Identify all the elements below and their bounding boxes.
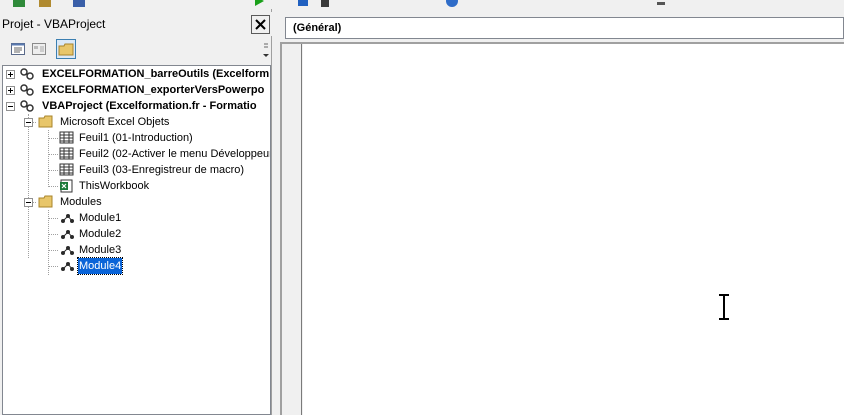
tree-sheet-item[interactable]: Feuil3 (03-Enregistreur de macro)	[3, 162, 270, 178]
tree-project-label: VBAProject (Excelformation.fr - Formatio	[42, 100, 257, 112]
view-code-button[interactable]	[8, 39, 28, 59]
code-editor[interactable]	[303, 44, 844, 415]
reset-icon[interactable]	[296, 0, 310, 8]
sheet-label: Feuil3 (03-Enregistreur de macro)	[79, 164, 245, 176]
tree-module-item-selected[interactable]: Module4	[3, 257, 270, 275]
toggle-folders-button[interactable]	[56, 39, 76, 59]
object-dropdown[interactable]: (Général)	[285, 17, 844, 39]
tree-sheet-item[interactable]: Feuil1 (01-Introduction)	[3, 130, 270, 146]
folder-label: Microsoft Excel Objets	[60, 116, 170, 128]
main-toolbar	[0, 0, 844, 9]
design-mode-icon[interactable]	[318, 0, 332, 8]
tree-workbook-item[interactable]: ThisWorkbook	[3, 178, 270, 194]
toolbar-grip[interactable]	[262, 40, 270, 60]
collapse-icon[interactable]	[24, 198, 33, 207]
workbook-label: ThisWorkbook	[79, 180, 150, 192]
module-icon	[61, 230, 74, 239]
workbook-icon	[60, 179, 73, 193]
tree-folder-modules[interactable]: Modules	[3, 194, 270, 210]
view-excel-icon[interactable]	[12, 0, 26, 8]
vba-project-icon	[20, 84, 34, 96]
tree-sheet-item[interactable]: Feuil2 (02-Activer le menu Développeur)	[3, 146, 271, 162]
worksheet-icon	[59, 131, 74, 144]
tree-project-label: EXCELFORMATION_exporterVersPowerpo	[42, 84, 265, 96]
help-icon[interactable]	[445, 0, 459, 8]
folder-label: Modules	[60, 196, 102, 208]
module-icon	[61, 246, 74, 255]
project-tree: EXCELFORMATION_barreOutils (Excelform EX…	[2, 65, 271, 415]
project-explorer-titlebar: Projet - VBAProject	[0, 12, 272, 36]
vba-project-icon	[20, 68, 34, 80]
sheet-label: Feuil1 (01-Introduction)	[79, 132, 193, 144]
sheet-label: Feuil2 (02-Activer le menu Développeur)	[79, 148, 271, 160]
expand-icon[interactable]	[6, 86, 15, 95]
expand-icon[interactable]	[6, 70, 15, 79]
tree-module-item[interactable]: Module3	[3, 242, 270, 258]
project-explorer: Projet - VBAProject EXCELFORMATION_barre…	[0, 9, 272, 415]
module-label-selected: Module4	[76, 257, 124, 275]
module-icon	[61, 262, 74, 271]
project-explorer-title: Projet - VBAProject	[2, 17, 106, 31]
tree-module-item[interactable]: Module1	[3, 210, 270, 226]
text-cursor-icon	[719, 294, 729, 320]
code-window: (Général)	[273, 9, 844, 415]
worksheet-icon	[59, 163, 74, 176]
object-dropdown-value: (Général)	[293, 22, 342, 34]
close-icon	[255, 19, 266, 30]
project-explorer-toolbar	[0, 36, 272, 62]
vba-project-icon	[20, 100, 34, 112]
save-icon[interactable]	[72, 0, 86, 8]
view-code-icon	[11, 43, 25, 55]
tree-folder-excel-objects[interactable]: Microsoft Excel Objets	[3, 114, 270, 130]
tree-project-item[interactable]: VBAProject (Excelformation.fr - Formatio	[3, 98, 270, 114]
collapse-icon[interactable]	[24, 118, 33, 127]
folder-open-icon	[38, 115, 53, 128]
folder-open-icon	[38, 195, 53, 208]
collapse-icon[interactable]	[6, 102, 15, 111]
view-object-icon	[32, 43, 46, 55]
run-icon[interactable]	[252, 0, 266, 8]
module-icon	[61, 214, 74, 223]
close-button[interactable]	[251, 15, 270, 34]
tree-project-item[interactable]: EXCELFORMATION_exporterVersPowerpo	[3, 82, 270, 98]
insert-module-icon[interactable]	[38, 0, 52, 8]
folder-icon	[58, 43, 74, 55]
margin-indicator-bar[interactable]	[282, 44, 302, 415]
toolbar-overflow-icon[interactable]	[654, 0, 668, 8]
tree-module-item[interactable]: Module2	[3, 226, 270, 242]
view-object-button[interactable]	[29, 39, 49, 59]
module-label: Module1	[79, 212, 122, 224]
tree-project-label: EXCELFORMATION_barreOutils (Excelform	[42, 68, 270, 80]
module-label: Module3	[79, 244, 122, 256]
worksheet-icon	[59, 147, 74, 160]
module-label: Module2	[79, 228, 122, 240]
tree-project-item[interactable]: EXCELFORMATION_barreOutils (Excelform	[3, 66, 270, 82]
